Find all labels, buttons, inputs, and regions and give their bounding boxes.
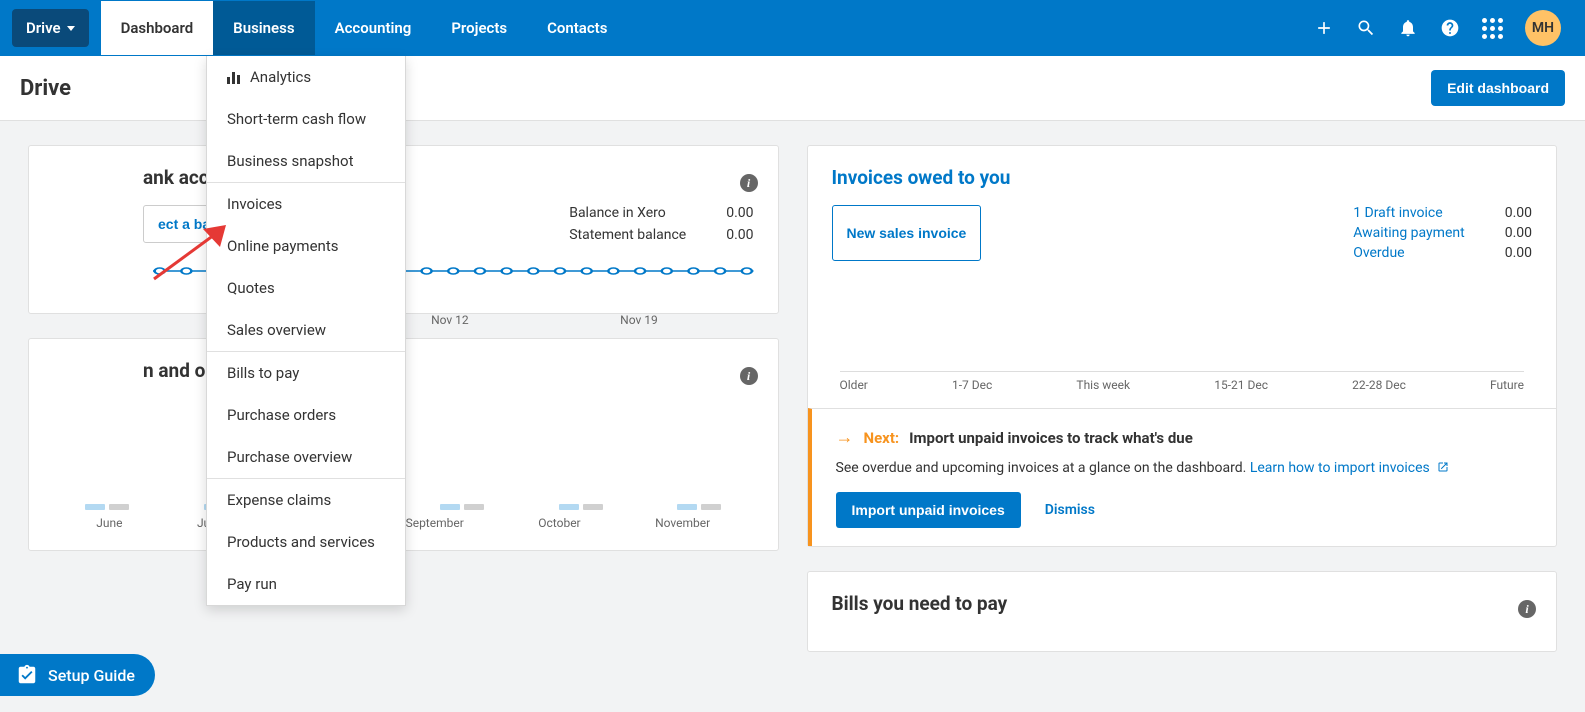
dropdown-bills[interactable]: Bills to pay [207,352,405,394]
external-link-icon [1437,461,1449,473]
invoice-row: 1 Draft invoice 0.00 [1353,205,1532,221]
dropdown-purchase-overview[interactable]: Purchase overview [207,436,405,478]
search-icon[interactable] [1356,18,1376,38]
invoice-row: Awaiting payment 0.00 [1353,225,1532,241]
invoices-body: New sales invoice 1 Draft invoice 0.00 A… [832,205,1533,261]
info-icon[interactable]: i [1518,600,1536,618]
nav-business[interactable]: Business [213,1,314,55]
dropdown-cashflow[interactable]: Short-term cash flow [207,98,405,140]
next-banner: → Next: Import unpaid invoices to track … [808,408,1557,546]
next-text: See overdue and upcoming invoices at a g… [836,460,1533,476]
setup-guide-label: Setup Guide [48,666,135,685]
invoice-val: 0.00 [1505,205,1532,221]
dropdown-products-services[interactable]: Products and services [207,521,405,563]
business-dropdown: Analytics Short-term cash flow Business … [206,56,406,606]
analytics-icon [227,70,240,84]
org-name: Drive [26,19,61,37]
month-label: June [96,516,122,530]
next-label: Next: [864,429,900,447]
new-sales-invoice-button[interactable]: New sales invoice [832,205,982,261]
invoices-timeline: Older 1-7 Dec This week 15-21 Dec 22-28 … [840,371,1525,392]
avatar[interactable]: MH [1525,10,1561,46]
topbar-right: MH [1314,10,1573,46]
dropdown-purchase-orders[interactable]: Purchase orders [207,394,405,436]
month-label: October [538,516,580,530]
timeline-label: Future [1490,378,1524,392]
bills-card-title: Bills you need to pay [832,592,1533,615]
invoice-row: Overdue 0.00 [1353,245,1532,261]
dropdown-analytics[interactable]: Analytics [207,56,405,98]
info-icon[interactable]: i [740,367,758,385]
dropdown-snapshot[interactable]: Business snapshot [207,140,405,182]
statement-balance-row: Statement balance 0.00 [569,227,753,243]
clipboard-icon [16,664,38,686]
timeline-label: 22-28 Dec [1352,378,1406,392]
nav-accounting[interactable]: Accounting [315,1,432,55]
next-arrow-icon: → [836,427,854,448]
topbar-left: Drive Dashboard Business Accounting Proj… [12,1,627,55]
right-column: Invoices owed to you New sales invoice 1… [807,145,1558,652]
invoice-link-draft[interactable]: 1 Draft invoice [1353,205,1443,221]
invoice-link-overdue[interactable]: Overdue [1353,245,1404,261]
invoice-val: 0.00 [1505,245,1532,261]
dropdown-invoices[interactable]: Invoices [207,183,405,225]
caret-down-icon [67,26,75,31]
invoices-links: 1 Draft invoice 0.00 Awaiting payment 0.… [1353,205,1532,261]
org-selector[interactable]: Drive [12,9,89,47]
dropdown-quotes[interactable]: Quotes [207,267,405,309]
next-actions: Import unpaid invoices Dismiss [836,492,1533,528]
edit-dashboard-button[interactable]: Edit dashboard [1431,70,1565,106]
nav-contacts[interactable]: Contacts [527,1,627,55]
top-navbar: Drive Dashboard Business Accounting Proj… [0,0,1585,56]
dropdown-expense-claims[interactable]: Expense claims [207,479,405,521]
statement-balance-label: Statement balance [569,227,686,243]
dropdown-analytics-label: Analytics [250,68,311,86]
nav-dashboard[interactable]: Dashboard [101,1,214,55]
dropdown-online-payments[interactable]: Online payments [207,225,405,267]
info-icon[interactable]: i [740,174,758,192]
balance-xero-label: Balance in Xero [569,205,666,221]
month-label: September [406,516,464,530]
import-invoices-button[interactable]: Import unpaid invoices [836,492,1021,528]
balances: Balance in Xero 0.00 Statement balance 0… [569,205,753,243]
invoices-card: Invoices owed to you New sales invoice 1… [807,145,1558,547]
timeline-label: This week [1076,378,1130,392]
bell-icon[interactable] [1398,18,1418,38]
statement-balance-value: 0.00 [726,227,753,243]
apps-icon[interactable] [1482,18,1503,39]
spark-date-3: Nov 19 [620,313,658,327]
next-text-body: See overdue and upcoming invoices at a g… [836,460,1250,476]
dropdown-pay-run[interactable]: Pay run [207,563,405,605]
help-icon[interactable] [1440,18,1460,38]
next-title: Import unpaid invoices to track what's d… [909,429,1193,447]
timeline-label: 15-21 Dec [1214,378,1268,392]
invoices-card-title[interactable]: Invoices owed to you [832,166,1533,189]
balance-xero-row: Balance in Xero 0.00 [569,205,753,221]
month-label: November [655,516,710,530]
spark-date-2: Nov 12 [431,313,469,327]
balance-xero-value: 0.00 [726,205,753,221]
next-header: → Next: Import unpaid invoices to track … [836,427,1533,448]
learn-link[interactable]: Learn how to import invoices [1250,460,1430,476]
invoice-link-awaiting[interactable]: Awaiting payment [1353,225,1465,241]
invoice-val: 0.00 [1505,225,1532,241]
bills-card: Bills you need to pay i [807,571,1558,652]
plus-icon[interactable] [1314,18,1334,38]
dismiss-link[interactable]: Dismiss [1045,502,1095,518]
timeline-label: Older [840,378,868,392]
page-title: Drive [20,76,71,101]
nav-projects[interactable]: Projects [431,1,527,55]
dropdown-sales-overview[interactable]: Sales overview [207,309,405,351]
setup-guide-button[interactable]: Setup Guide [0,654,155,696]
timeline-label: 1-7 Dec [952,378,992,392]
